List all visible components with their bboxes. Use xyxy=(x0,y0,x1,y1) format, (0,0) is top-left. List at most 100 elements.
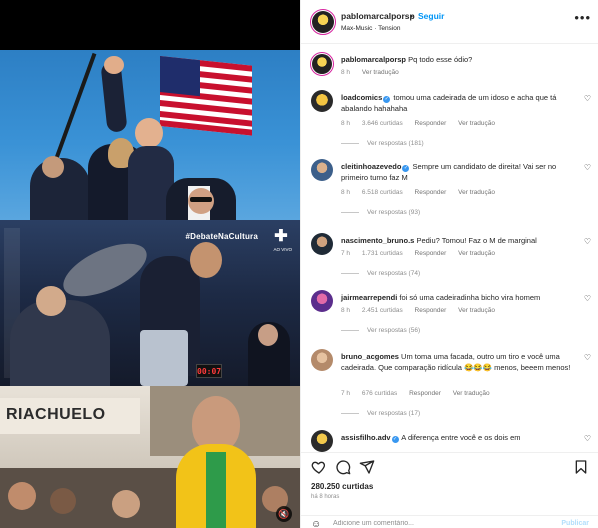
translate-link[interactable]: Ver tradução xyxy=(458,307,495,314)
comment-likes[interactable]: 676 curtidas xyxy=(362,390,397,397)
caption-body: Pq todo esse ódio? xyxy=(408,55,473,64)
media-letterbox xyxy=(0,0,300,50)
replies-line xyxy=(341,211,359,213)
comment-like-heart-icon[interactable]: ♡ xyxy=(584,353,591,362)
comment-time: 8 h xyxy=(341,120,351,127)
comment-text: assisfilho.adv ✓ A diferença entre você e… xyxy=(341,432,577,443)
pole-graphic xyxy=(51,52,97,168)
crowd-head-2 xyxy=(50,488,76,514)
comment-time: 8 h xyxy=(341,189,351,196)
post-actions: 280.250 curtidas há 8 horas ☺ Publicar xyxy=(301,452,598,528)
caption-avatar[interactable] xyxy=(310,52,334,76)
comment-likes[interactable]: 2.451 curtidas xyxy=(362,307,403,314)
comments-list[interactable]: pablomarcalporsp Pq todo esse ódio? 8 h … xyxy=(301,44,598,452)
comment-meta: 7 h 676 curtidas Responder Ver tradução xyxy=(341,390,500,397)
replies-line xyxy=(341,329,359,331)
post-time-ago: há 8 horas xyxy=(311,494,340,500)
caption-translate-link[interactable]: Ver tradução xyxy=(362,69,399,76)
caption-username[interactable]: pablomarcalporsp xyxy=(341,55,406,64)
podium-graphic xyxy=(140,330,188,386)
media-photo-debate: #DebateNaCultura ✚ AO VIVO 00:07 xyxy=(0,220,300,386)
comment-avatar[interactable] xyxy=(311,90,333,112)
debate-hashtag: #DebateNaCultura xyxy=(185,232,258,241)
view-replies-button[interactable]: Ver respostas (93) xyxy=(341,209,420,216)
comment-icon[interactable] xyxy=(335,459,351,475)
post-header: pablomarcalporsp • Seguir Max-Music · Te… xyxy=(301,0,598,44)
reply-button[interactable]: Responder xyxy=(409,390,441,397)
publish-button[interactable]: Publicar xyxy=(561,520,589,527)
reply-button[interactable]: Responder xyxy=(415,250,447,257)
comment-like-heart-icon[interactable]: ♡ xyxy=(584,94,591,103)
comment-likes[interactable]: 6.518 curtidas xyxy=(362,189,403,196)
translate-link[interactable]: Ver tradução xyxy=(453,390,490,397)
heart-icon[interactable] xyxy=(311,459,327,475)
comment-username[interactable]: loadcomics xyxy=(341,93,382,102)
caption-time: 8 h xyxy=(341,69,351,76)
comment-meta: 8 h 2.451 curtidas Responder Ver traduçã… xyxy=(341,307,505,314)
comment-likes[interactable]: 1.731 curtidas xyxy=(362,250,403,257)
comment-time: 7 h xyxy=(341,250,351,257)
bookmark-icon[interactable] xyxy=(573,459,589,475)
translate-link[interactable]: Ver tradução xyxy=(458,250,495,257)
comment-avatar[interactable] xyxy=(311,430,333,452)
victim-head xyxy=(36,286,66,316)
more-icon[interactable]: ••• xyxy=(574,10,591,25)
replies-line xyxy=(341,272,359,274)
translate-link[interactable]: Ver tradução xyxy=(458,189,495,196)
replies-line xyxy=(341,412,359,414)
comment-avatar[interactable] xyxy=(311,349,333,371)
volume-muted-icon[interactable]: 🔇 xyxy=(276,506,292,522)
audio-track-link[interactable]: Max-Music · Tension xyxy=(341,25,400,32)
comment-username[interactable]: jairmearrependi xyxy=(341,293,397,302)
comment-avatar[interactable] xyxy=(311,290,333,312)
live-badge: AO VIVO xyxy=(273,247,292,252)
comment-meta: 7 h 1.731 curtidas Responder Ver traduçã… xyxy=(341,250,505,257)
view-replies-button[interactable]: Ver respostas (74) xyxy=(341,270,420,277)
comment-input[interactable] xyxy=(333,520,533,527)
view-replies-label: Ver respostas (181) xyxy=(367,140,424,147)
view-replies-button[interactable]: Ver respostas (181) xyxy=(341,140,424,147)
comment-username[interactable]: bruno_acgomes xyxy=(341,352,399,361)
raised-fist xyxy=(104,56,124,74)
comment-text: nascimento_bruno.s Pediu? Tomou! Faz o M… xyxy=(341,235,577,246)
comment-text: jairmearrependi foi só uma cadeiradinha … xyxy=(341,292,577,303)
agent-head xyxy=(42,156,64,178)
comment-text: loadcomics ✓ tomou uma cadeirada de um id… xyxy=(341,92,577,114)
view-replies-label: Ver respostas (93) xyxy=(367,209,421,216)
view-replies-label: Ver respostas (74) xyxy=(367,270,421,277)
reply-button[interactable]: Responder xyxy=(415,189,447,196)
interpreter-head xyxy=(258,324,278,346)
send-icon[interactable] xyxy=(359,459,375,475)
view-replies-label: Ver respostas (56) xyxy=(367,327,421,334)
comment-like-heart-icon[interactable]: ♡ xyxy=(584,294,591,303)
post-media[interactable]: #DebateNaCultura ✚ AO VIVO 00:07 RIACHUE… xyxy=(0,0,300,528)
comment-text: cleitinhoazevedo ✓ Sempre um candidato de… xyxy=(341,161,577,183)
comment-body: Pediu? Tomou! Faz o M de marginal xyxy=(416,236,537,245)
debate-clock: 00:07 xyxy=(196,364,222,378)
translate-link[interactable]: Ver tradução xyxy=(458,120,495,127)
comment-avatar[interactable] xyxy=(311,233,333,255)
reply-button[interactable]: Responder xyxy=(415,120,447,127)
view-replies-button[interactable]: Ver respostas (17) xyxy=(341,410,420,417)
author-avatar[interactable] xyxy=(310,9,336,35)
comment-likes[interactable]: 3.646 curtidas xyxy=(362,120,403,127)
author-username[interactable]: pablomarcalporsp xyxy=(341,11,415,21)
add-comment-bar: ☺ Publicar xyxy=(301,515,598,528)
comment-meta: 8 h 3.646 curtidas Responder Ver traduçã… xyxy=(341,120,505,127)
comment-like-heart-icon[interactable]: ♡ xyxy=(584,434,591,443)
likes-count[interactable]: 280.250 curtidas xyxy=(311,482,373,491)
comment-time: 7 h xyxy=(341,390,351,397)
follow-button[interactable]: Seguir xyxy=(418,11,444,21)
comment-like-heart-icon[interactable]: ♡ xyxy=(584,237,591,246)
comment-username[interactable]: assisfilho.adv xyxy=(341,433,391,442)
comment-meta: 8 h 6.518 curtidas Responder Ver traduçã… xyxy=(341,189,505,196)
comment-username[interactable]: cleitinhoazevedo xyxy=(341,162,401,171)
comment-body: A diferença entre você e os dois em xyxy=(401,433,521,442)
comment-avatar[interactable] xyxy=(311,159,333,181)
comment-username[interactable]: nascimento_bruno.s xyxy=(341,236,414,245)
store-sign: RIACHUELO xyxy=(6,406,106,423)
view-replies-button[interactable]: Ver respostas (56) xyxy=(341,327,420,334)
emoji-icon[interactable]: ☺ xyxy=(311,519,321,528)
reply-button[interactable]: Responder xyxy=(415,307,447,314)
comment-like-heart-icon[interactable]: ♡ xyxy=(584,163,591,172)
